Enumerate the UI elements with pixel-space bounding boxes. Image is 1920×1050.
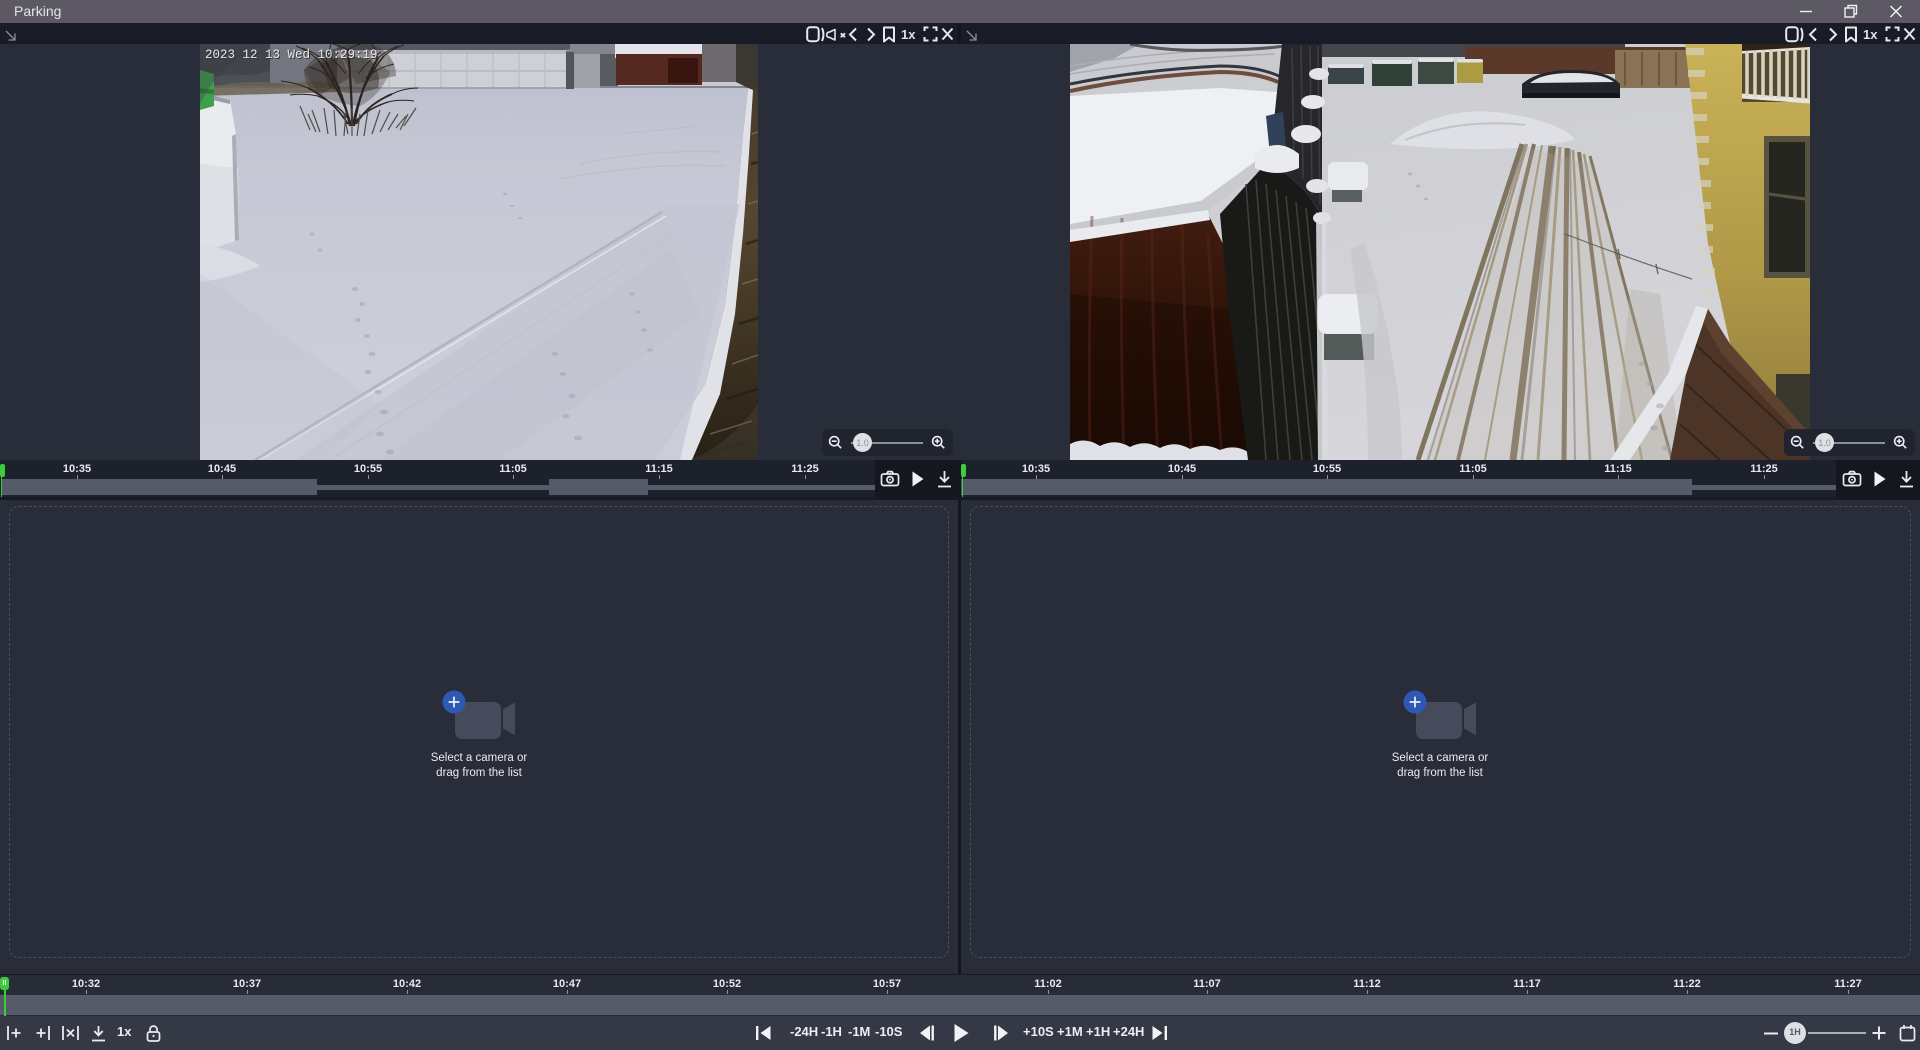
svg-text:2023 12 13 Wed 10:29:19: 2023 12 13 Wed 10:29:19 (205, 48, 378, 62)
